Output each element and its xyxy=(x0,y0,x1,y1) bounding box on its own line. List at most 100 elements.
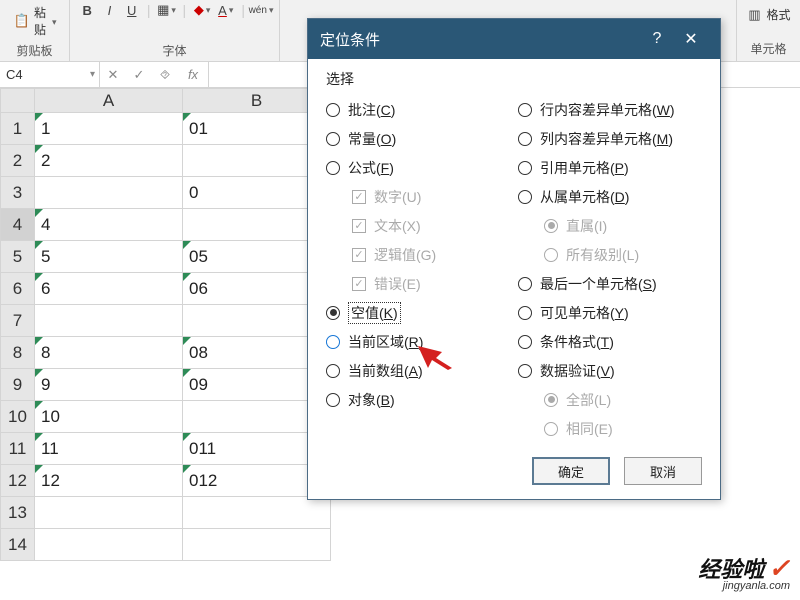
formula-dropdown-button[interactable]: ⯑ xyxy=(152,67,178,83)
radio-col-diff[interactable] xyxy=(518,132,532,146)
cell-A3[interactable] xyxy=(35,177,183,209)
row-header-13[interactable]: 13 xyxy=(1,497,35,529)
table-row: 5505 xyxy=(1,241,331,273)
chevron-down-icon[interactable] xyxy=(50,14,57,28)
row-header-2[interactable]: 2 xyxy=(1,145,35,177)
cell-A4[interactable]: 4 xyxy=(35,209,183,241)
row-header-3[interactable]: 3 xyxy=(1,177,35,209)
row-header-1[interactable]: 1 xyxy=(1,113,35,145)
row-header-12[interactable]: 12 xyxy=(1,465,35,497)
table-row: 1101 xyxy=(1,113,331,145)
table-row: 1010 xyxy=(1,401,331,433)
row-header-10[interactable]: 10 xyxy=(1,401,35,433)
cell-A7[interactable] xyxy=(35,305,183,337)
row-header-6[interactable]: 6 xyxy=(1,273,35,305)
cell-A8[interactable]: 8 xyxy=(35,337,183,369)
cell-A11[interactable]: 11 xyxy=(35,433,183,465)
dialog-titlebar[interactable]: 定位条件 ? ✕ xyxy=(308,19,720,59)
column-header-A[interactable]: A xyxy=(35,89,183,113)
paste-label: 粘贴 xyxy=(34,4,46,38)
cell-B14[interactable] xyxy=(183,529,331,561)
cell-A12[interactable]: 12 xyxy=(35,465,183,497)
row-header-9[interactable]: 9 xyxy=(1,369,35,401)
phonetic-icon[interactable]: wén xyxy=(253,2,269,18)
radio-cond-fmt[interactable] xyxy=(518,335,532,349)
format-icon: ▥ xyxy=(746,7,762,23)
radio-data-val[interactable] xyxy=(518,364,532,378)
radio-direct xyxy=(544,219,558,233)
name-box[interactable]: C4 xyxy=(0,62,100,87)
ok-button[interactable]: 确定 xyxy=(532,457,610,485)
bold-icon[interactable]: B xyxy=(80,2,94,18)
border-icon[interactable]: ▦ xyxy=(159,2,175,18)
help-button[interactable]: ? xyxy=(640,30,674,48)
table-row: 1212012 xyxy=(1,465,331,497)
check-text xyxy=(352,219,366,233)
enter-formula-button[interactable]: ✓ xyxy=(126,67,152,83)
table-row: 9909 xyxy=(1,369,331,401)
row-header-7[interactable]: 7 xyxy=(1,305,35,337)
radio-visible[interactable] xyxy=(518,306,532,320)
cell-A14[interactable] xyxy=(35,529,183,561)
check-icon: ✓ xyxy=(768,553,790,584)
radio-precedents[interactable] xyxy=(518,161,532,175)
font-color-icon[interactable]: A xyxy=(218,2,233,18)
row-header-5[interactable]: 5 xyxy=(1,241,35,273)
cell-A1[interactable]: 1 xyxy=(35,113,183,145)
radio-comments[interactable] xyxy=(326,103,340,117)
paste-button[interactable]: 📋 粘贴 xyxy=(10,2,59,40)
radio-all xyxy=(544,393,558,407)
cancel-button[interactable]: 取消 xyxy=(624,457,702,485)
cell-A10[interactable]: 10 xyxy=(35,401,183,433)
sep: | xyxy=(241,2,245,18)
table-row: 44 xyxy=(1,209,331,241)
radio-current-array[interactable] xyxy=(326,364,340,378)
radio-last-cell[interactable] xyxy=(518,277,532,291)
cell-B13[interactable] xyxy=(183,497,331,529)
format-label: 格式 xyxy=(766,6,790,23)
select-all-corner[interactable] xyxy=(1,89,35,113)
radio-current-region[interactable] xyxy=(326,335,340,349)
check-logicals xyxy=(352,248,366,262)
sep: | xyxy=(183,2,187,18)
radio-constants[interactable] xyxy=(326,132,340,146)
table-row: 13 xyxy=(1,497,331,529)
section-label: 选择 xyxy=(326,69,702,89)
format-button[interactable]: ▥ 格式 xyxy=(742,4,794,25)
row-header-8[interactable]: 8 xyxy=(1,337,35,369)
radio-dependents[interactable] xyxy=(518,190,532,204)
radio-same xyxy=(544,422,558,436)
row-header-4[interactable]: 4 xyxy=(1,209,35,241)
cells-group-label: 单元格 xyxy=(750,40,786,59)
fx-icon[interactable]: fx xyxy=(178,67,208,82)
underline-icon[interactable]: U xyxy=(125,2,139,18)
row-header-14[interactable]: 14 xyxy=(1,529,35,561)
table-row: 1111011 xyxy=(1,433,331,465)
radio-row-diff[interactable] xyxy=(518,103,532,117)
check-numbers xyxy=(352,190,366,204)
cell-A9[interactable]: 9 xyxy=(35,369,183,401)
row-header-11[interactable]: 11 xyxy=(1,433,35,465)
radio-objects[interactable] xyxy=(326,393,340,407)
font-group-label: 字体 xyxy=(80,42,269,61)
italic-icon[interactable]: I xyxy=(102,2,116,18)
table-row: 22 xyxy=(1,145,331,177)
cell-A5[interactable]: 5 xyxy=(35,241,183,273)
cell-A2[interactable]: 2 xyxy=(35,145,183,177)
radio-all-levels xyxy=(544,248,558,262)
dialog-title: 定位条件 xyxy=(320,29,380,50)
table-row: 8808 xyxy=(1,337,331,369)
cell-A13[interactable] xyxy=(35,497,183,529)
radio-blanks[interactable] xyxy=(326,306,340,320)
ribbon-right-partial: ▥ 格式 单元格 xyxy=(736,0,800,62)
table-row: 6606 xyxy=(1,273,331,305)
sep: | xyxy=(147,2,151,18)
fill-color-icon[interactable]: ◆ xyxy=(194,2,210,18)
cell-A6[interactable]: 6 xyxy=(35,273,183,305)
goto-special-dialog: 定位条件 ? ✕ 选择 批注(C) 常量(O) 公式(F) 数字(U) 文本(X… xyxy=(307,18,721,500)
radio-formulas[interactable] xyxy=(326,161,340,175)
clipboard-icon: 📋 xyxy=(14,13,30,29)
close-icon[interactable]: ✕ xyxy=(674,29,708,49)
cancel-formula-button[interactable]: ✕ xyxy=(100,67,126,83)
watermark: 经验啦✓ jingyanla.com xyxy=(698,552,790,592)
